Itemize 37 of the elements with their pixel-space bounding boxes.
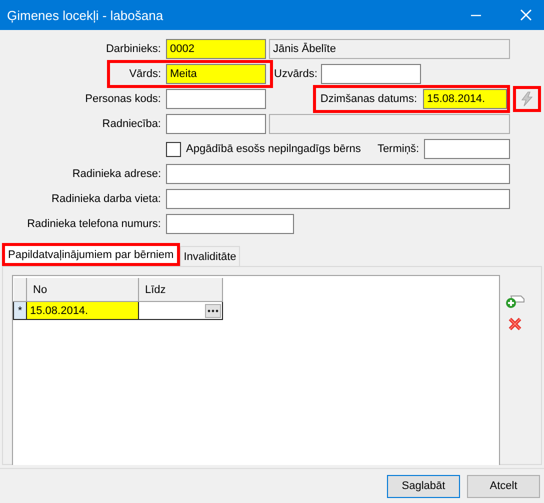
add-icon[interactable] xyxy=(505,293,525,309)
window-title: Ģimenes locekļi - labošana xyxy=(7,8,164,22)
field-label: Darbinieks: xyxy=(104,43,162,55)
address-field[interactable] xyxy=(166,164,510,184)
dialog-button[interactable]: Saglabāt xyxy=(387,474,460,498)
checkbox[interactable] xyxy=(166,142,181,156)
field-label: Radinieka adrese: xyxy=(71,168,162,180)
birth-date-field[interactable]: 15.08.2014. xyxy=(423,89,507,109)
table-cell[interactable]: 15.08.2014. xyxy=(26,302,138,320)
delete-icon[interactable] xyxy=(508,317,522,331)
tab[interactable]: Papildatvaļinājumiem par bērniem xyxy=(2,243,180,266)
close-icon[interactable] xyxy=(520,9,532,21)
dialog-button[interactable]: Atcelt xyxy=(467,474,540,498)
column-header[interactable]: Līdz xyxy=(138,278,222,302)
relation-field[interactable] xyxy=(166,114,266,134)
field-label: Personas kods: xyxy=(84,93,162,105)
field-label: Vārds: xyxy=(128,68,162,80)
ellipsis-icon xyxy=(207,308,219,312)
field-label: Uzvārds: xyxy=(274,68,318,80)
term-field[interactable] xyxy=(424,139,510,159)
field-label: Radniecība: xyxy=(101,118,162,130)
checkbox-label: Apgādībā esošs nepilngadīgs bērns xyxy=(186,143,361,155)
lightning-icon xyxy=(520,91,534,107)
row-marker: * xyxy=(14,302,26,320)
table-cell[interactable] xyxy=(138,302,222,320)
last-name-field[interactable] xyxy=(321,64,422,84)
phone-field[interactable] xyxy=(166,214,294,234)
field-label: Dzimšanas datums: xyxy=(320,93,418,105)
tab[interactable]: Invaliditāte xyxy=(180,246,240,266)
workplace-field[interactable] xyxy=(166,189,510,209)
field-label: Termiņš: xyxy=(376,143,420,155)
first-name-field[interactable]: Meita xyxy=(166,64,266,84)
employee-code-field[interactable]: 0002 xyxy=(166,39,266,59)
field-label: Radinieka darba vieta: xyxy=(50,193,162,205)
personal-code-field[interactable] xyxy=(166,89,266,109)
field-label: Radinieka telefona numurs: xyxy=(26,218,162,230)
column-header[interactable]: No xyxy=(26,278,138,302)
